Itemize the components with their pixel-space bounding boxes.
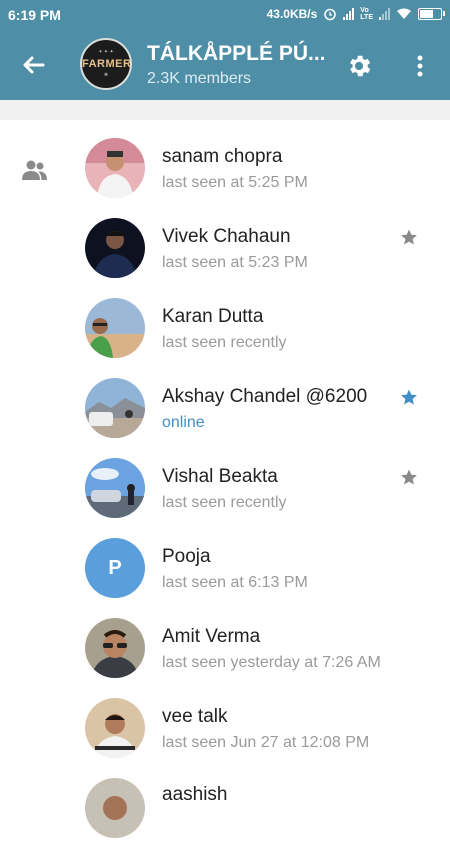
member-row[interactable]: Vivek Chahaun last seen at 5:23 PM bbox=[0, 208, 450, 288]
star-icon bbox=[401, 229, 417, 245]
signal-icon-2 bbox=[379, 8, 390, 20]
wifi-icon bbox=[397, 8, 411, 19]
group-avatar[interactable]: ✦ ✦ ✦ FARMER ❀ bbox=[80, 38, 132, 90]
member-avatar[interactable] bbox=[85, 298, 145, 358]
member-name: Amit Verma bbox=[162, 626, 261, 647]
member-row[interactable]: Karan Dutta last seen recently bbox=[0, 288, 450, 368]
member-status: last seen recently bbox=[162, 334, 287, 351]
member-avatar[interactable] bbox=[85, 698, 145, 758]
member-row[interactable]: Akshay Chandel @6200 online bbox=[0, 368, 450, 448]
member-status: last seen recently bbox=[162, 494, 287, 511]
member-avatar[interactable] bbox=[85, 378, 145, 438]
member-row[interactable]: aashish bbox=[0, 768, 450, 848]
member-status: last seen yesterday at 7:26 AM bbox=[162, 654, 381, 671]
member-status: last seen at 6:13 PM bbox=[162, 574, 308, 591]
member-name: Karan Dutta bbox=[162, 306, 264, 327]
status-bar: 6:19 PM 43.0KB/s Vo LTE bbox=[0, 0, 450, 30]
star-icon bbox=[401, 389, 417, 405]
status-indicators: 43.0KB/s Vo LTE bbox=[266, 7, 445, 21]
avatar-logo-text: FARMER bbox=[82, 58, 132, 70]
member-status: online bbox=[162, 414, 205, 431]
member-status: last seen Jun 27 at 12:08 PM bbox=[162, 734, 370, 751]
member-name: Vivek Chahaun bbox=[162, 226, 291, 247]
member-name: Vishal Beakta bbox=[162, 466, 278, 487]
signal-icon bbox=[343, 8, 355, 20]
member-avatar[interactable] bbox=[85, 778, 145, 838]
member-row[interactable]: Vishal Beakta last seen recently bbox=[0, 448, 450, 528]
star-icon bbox=[401, 469, 417, 485]
alarm-icon bbox=[324, 8, 337, 21]
header-shadow bbox=[0, 100, 450, 120]
member-count: 2.3K members bbox=[147, 70, 252, 87]
member-avatar[interactable] bbox=[85, 218, 145, 278]
more-options-icon[interactable] bbox=[408, 52, 432, 80]
gear-icon[interactable] bbox=[345, 52, 373, 80]
member-status: last seen at 5:23 PM bbox=[162, 254, 308, 271]
battery-icon bbox=[418, 8, 445, 20]
member-avatar[interactable] bbox=[85, 138, 145, 198]
member-status: last seen at 5:25 PM bbox=[162, 174, 308, 191]
member-avatar[interactable] bbox=[85, 618, 145, 678]
member-avatar[interactable] bbox=[85, 458, 145, 518]
volte-icon: Vo LTE bbox=[360, 7, 373, 21]
member-name: Akshay Chandel @6200 bbox=[162, 386, 368, 407]
avatar-decor-top: ✦ ✦ ✦ bbox=[98, 49, 114, 55]
network-speed: 43.0KB/s bbox=[266, 7, 318, 21]
avatar-decor-bottom: ❀ bbox=[103, 72, 109, 78]
chat-header: ✦ ✦ ✦ FARMER ❀ TÁLKÅPPLÉ PÚ... 2.3K memb… bbox=[0, 30, 450, 100]
status-time: 6:19 PM bbox=[8, 7, 61, 23]
member-name: aashish bbox=[162, 784, 228, 805]
group-title[interactable]: TÁLKÅPPLÉ PÚ... bbox=[147, 42, 326, 66]
member-avatar[interactable]: P bbox=[85, 538, 145, 598]
member-name: sanam chopra bbox=[162, 146, 283, 167]
member-name: vee talk bbox=[162, 706, 228, 727]
member-row[interactable]: P Pooja last seen at 6:13 PM bbox=[0, 528, 450, 608]
member-row[interactable]: sanam chopra last seen at 5:25 PM bbox=[0, 128, 450, 208]
back-arrow-icon[interactable] bbox=[18, 50, 48, 80]
member-name: Pooja bbox=[162, 546, 211, 567]
member-row[interactable]: Amit Verma last seen yesterday at 7:26 A… bbox=[0, 608, 450, 688]
member-row[interactable]: vee talk last seen Jun 27 at 12:08 PM bbox=[0, 688, 450, 768]
